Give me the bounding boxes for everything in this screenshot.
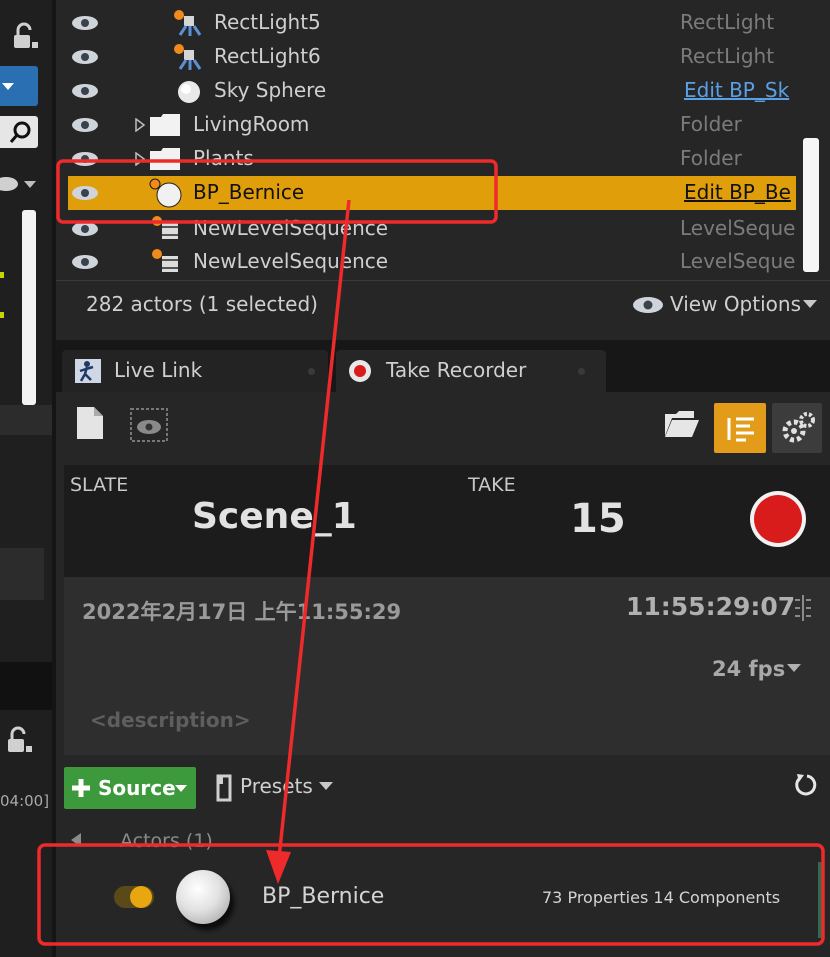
- actor-type: Folder: [680, 146, 742, 170]
- eye-icon[interactable]: [72, 84, 98, 98]
- take-value[interactable]: 15: [570, 496, 626, 542]
- folder-icon: [150, 148, 180, 170]
- panel-band: [0, 405, 52, 435]
- tab-close-dot[interactable]: [578, 368, 585, 375]
- actor-type: LevelSequer: [680, 216, 796, 240]
- actor-name: Sky Sphere: [214, 78, 327, 102]
- timecode: 11:55:29:07: [626, 592, 796, 621]
- actors-group-label[interactable]: Actors (1): [120, 830, 213, 852]
- outliner-row[interactable]: LivingRoom Folder: [0, 108, 830, 142]
- actor-type: RectLight: [680, 10, 775, 34]
- outliner-row[interactable]: Sky Sphere Edit BP_Sk: [0, 74, 830, 108]
- actor-name: Plants: [193, 146, 254, 170]
- record-button[interactable]: [750, 491, 806, 547]
- outliner-row[interactable]: NewLevelSequence LevelSequer: [0, 212, 830, 246]
- eye-icon[interactable]: [72, 152, 98, 166]
- tab-live-link[interactable]: Live Link: [62, 350, 328, 392]
- chevron-down-icon[interactable]: [802, 299, 818, 309]
- eye-icon[interactable]: [72, 118, 98, 132]
- fps-dropdown[interactable]: 24 fps: [712, 657, 785, 681]
- actor-name: RectLight6: [214, 44, 321, 68]
- rect-light-icon: [174, 44, 202, 70]
- presets-icon: [216, 774, 232, 802]
- new-document-icon[interactable]: [76, 406, 104, 440]
- reset-icon[interactable]: [794, 772, 820, 798]
- review-take-icon[interactable]: [130, 408, 168, 442]
- eye-icon[interactable]: [72, 255, 98, 269]
- rect-light-icon: [174, 10, 202, 36]
- actor-name: RectLight5: [214, 10, 321, 34]
- view-options-button[interactable]: View Options: [670, 292, 801, 316]
- outliner-scrollbar[interactable]: [803, 138, 819, 272]
- actor-name: BP_Bernice: [193, 180, 305, 204]
- tab-label: Take Recorder: [386, 358, 527, 382]
- open-folder-icon[interactable]: [664, 410, 700, 438]
- level-sequence-icon: [152, 216, 178, 239]
- take-settings-button[interactable]: [714, 403, 766, 453]
- actor-name: LivingRoom: [193, 112, 310, 136]
- slate-panel: [64, 465, 830, 577]
- outliner-row[interactable]: RectLight6 RectLight: [0, 40, 830, 74]
- eye-icon[interactable]: [72, 222, 98, 236]
- outliner-row[interactable]: Plants Folder: [0, 142, 830, 176]
- actor-count: 282 actors (1 selected): [86, 292, 318, 316]
- record-icon: [349, 360, 371, 382]
- time-fragment: 04:00]: [0, 792, 50, 810]
- settings-button[interactable]: [772, 403, 822, 453]
- panel-band: [0, 548, 44, 600]
- source-toggle[interactable]: [114, 886, 154, 908]
- live-link-icon: [75, 359, 101, 383]
- chevron-down-icon: [175, 785, 187, 792]
- take-label: TAKE: [468, 474, 516, 496]
- timecode-icon[interactable]: [792, 594, 814, 622]
- eye-icon[interactable]: [72, 16, 98, 30]
- source-row-edge: [818, 862, 824, 938]
- expand-arrow-icon[interactable]: [134, 152, 146, 166]
- record-dot: [754, 495, 802, 543]
- sphere-icon: [178, 81, 200, 103]
- lock-icon[interactable]: [4, 726, 34, 756]
- tab-close-dot[interactable]: [308, 368, 315, 375]
- actor-type: Folder: [680, 112, 742, 136]
- actor-thumbnail: [176, 870, 230, 924]
- outliner-row[interactable]: NewLevelSequence2 LevelSequer: [0, 245, 830, 279]
- edit-blueprint-link[interactable]: Edit BP_Sk: [684, 78, 794, 102]
- chevron-down-icon[interactable]: [786, 663, 802, 673]
- actor-type: LevelSequer: [680, 249, 796, 273]
- tab-take-recorder[interactable]: Take Recorder: [336, 350, 606, 392]
- actor-type: RectLight: [680, 44, 775, 68]
- plus-icon: [72, 779, 90, 797]
- source-actor-info: 73 Properties 14 Components: [542, 888, 781, 907]
- source-actor-name: BP_Bernice: [262, 884, 385, 909]
- edit-blueprint-link[interactable]: Edit BP_Be: [684, 180, 796, 204]
- outliner-row[interactable]: RectLight5 RectLight: [0, 6, 830, 40]
- add-source-button[interactable]: Source: [64, 767, 196, 809]
- list-icon: [727, 417, 754, 442]
- chevron-down-icon[interactable]: [318, 781, 334, 791]
- slate-value[interactable]: Scene_1: [192, 496, 357, 537]
- eye-icon[interactable]: [72, 186, 98, 200]
- outliner-row-selected[interactable]: BP_Bernice Edit BP_Be: [68, 176, 796, 210]
- actor-name: NewLevelSequence: [193, 216, 389, 240]
- slate-label: SLATE: [70, 474, 129, 496]
- gear-icon: [782, 412, 815, 443]
- sphere-icon: [149, 178, 182, 208]
- actor-name: NewLevelSequence2: [193, 249, 389, 273]
- tab-label: Live Link: [114, 358, 203, 382]
- level-sequence-icon: [152, 249, 178, 272]
- expand-arrow-icon[interactable]: [134, 118, 146, 132]
- take-datetime: 2022年2月17日 上午11:55:29: [82, 600, 402, 624]
- status-dot: [0, 312, 4, 318]
- folder-icon: [150, 114, 180, 136]
- eye-icon: [633, 297, 663, 313]
- description-field[interactable]: <description>: [90, 708, 251, 732]
- panel-divider: [0, 662, 52, 710]
- presets-button[interactable]: Presets: [240, 774, 313, 798]
- toggle-knob: [130, 886, 152, 908]
- source-button-label: Source: [98, 776, 176, 800]
- eye-icon[interactable]: [72, 50, 98, 64]
- collapse-arrow-icon[interactable]: [70, 832, 82, 848]
